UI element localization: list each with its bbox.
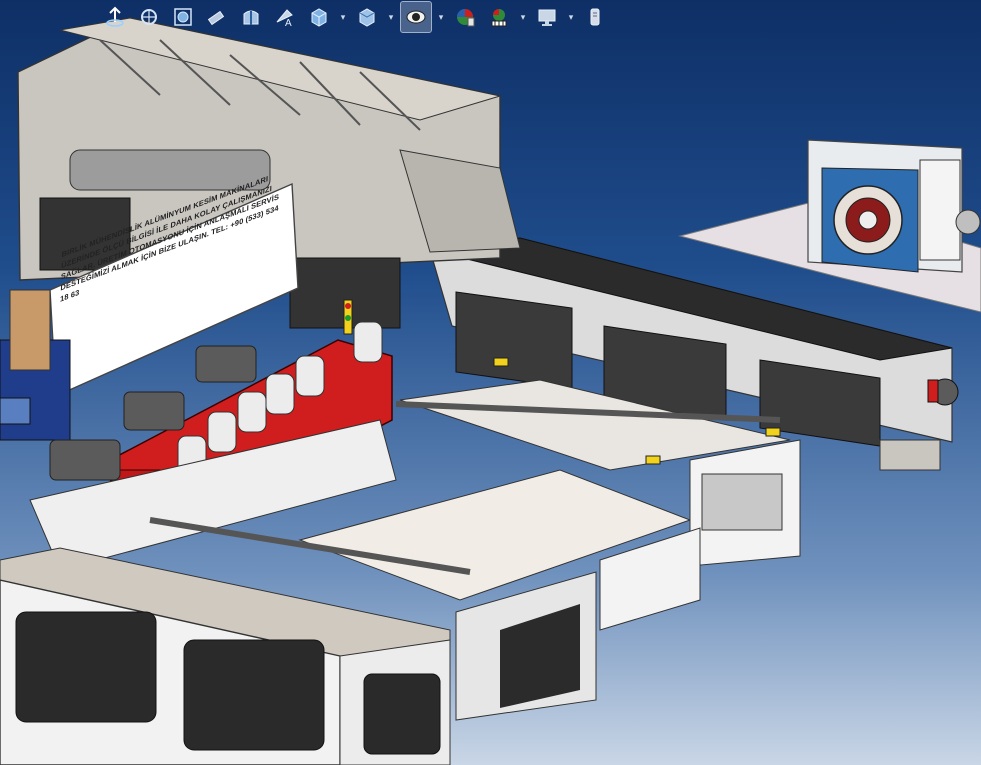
chevron-down-icon: ▾ <box>438 11 444 22</box>
dynamic-annotation-views-button[interactable]: A <box>270 2 300 32</box>
display-style-dropdown[interactable]: ▾ <box>386 2 396 32</box>
chevron-down-icon: ▾ <box>520 11 526 22</box>
hide-show-items-icon <box>406 10 426 24</box>
view-orientation-cube-button[interactable] <box>304 2 334 32</box>
apply-scene-icon <box>491 9 507 27</box>
fixture-plate <box>678 139 981 313</box>
chevron-down-icon: ▾ <box>340 11 346 22</box>
previous-view-icon <box>207 10 225 26</box>
apply-scene-dropdown[interactable]: ▾ <box>518 2 528 32</box>
graphics-viewport[interactable]: BIRLİK MÜHENDİSLİK ALÜMİNYUM KESİM MAKİN… <box>0 0 981 765</box>
view-orientation-button[interactable] <box>100 2 130 32</box>
view-orientation-icon <box>106 6 124 27</box>
view-settings-dropdown[interactable]: ▾ <box>566 2 576 32</box>
edit-appearance-button[interactable] <box>450 2 480 32</box>
front-conveyor <box>0 547 451 765</box>
display-pane-icon <box>590 8 600 26</box>
apply-scene-button[interactable] <box>484 2 514 32</box>
chevron-down-icon: ▾ <box>568 11 574 22</box>
previous-view-button[interactable] <box>202 2 232 32</box>
hide-show-items-dropdown[interactable]: ▾ <box>436 2 446 32</box>
view-orientation-cube-icon <box>311 8 327 27</box>
cad-assembly-scene[interactable] <box>0 0 981 765</box>
chevron-down-icon: ▾ <box>388 11 394 22</box>
zoom-to-area-button[interactable] <box>168 2 198 32</box>
view-settings-icon <box>538 9 556 26</box>
display-pane-button[interactable] <box>580 2 610 32</box>
view-orientation-dropdown[interactable]: ▾ <box>338 2 348 32</box>
view-settings-button[interactable] <box>532 2 562 32</box>
zoom-to-area-icon <box>174 8 192 26</box>
section-view-button[interactable] <box>236 2 266 32</box>
zoom-to-fit-button[interactable] <box>134 2 164 32</box>
svg-text:A: A <box>285 18 292 28</box>
dynamic-annotation-views-icon: A <box>276 9 293 28</box>
heads-up-view-toolbar: A ▾ ▾ ▾ ▾ ▾ <box>100 0 660 34</box>
display-style-button[interactable] <box>352 2 382 32</box>
section-view-icon <box>243 10 259 25</box>
edit-appearance-icon <box>457 9 475 27</box>
display-style-icon <box>359 8 375 27</box>
hide-show-items-button[interactable] <box>400 1 432 33</box>
zoom-to-fit-icon <box>141 9 157 25</box>
